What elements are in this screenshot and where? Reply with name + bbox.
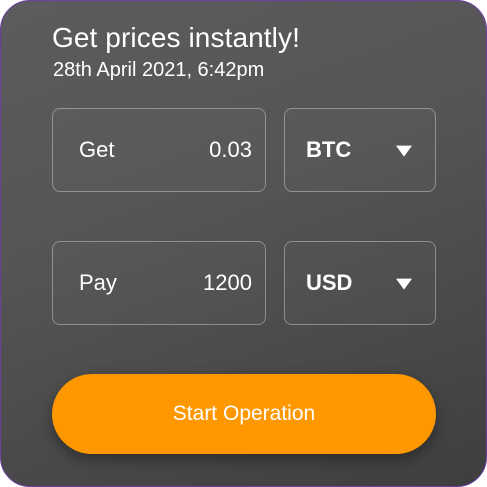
pay-currency-value: USD bbox=[306, 270, 353, 295]
pay-amount-field[interactable]: Pay 1200 bbox=[52, 241, 266, 325]
caret-down-icon[interactable] bbox=[396, 278, 412, 290]
get-label: Get bbox=[79, 137, 115, 162]
price-card: Get prices instantly! 28th April 2021, 6… bbox=[0, 0, 487, 487]
pay-label: Pay bbox=[79, 270, 117, 295]
caret-down-icon[interactable] bbox=[396, 145, 412, 157]
timestamp: 28th April 2021, 6:42pm bbox=[53, 59, 265, 81]
get-amount-field[interactable]: Get 0.03 bbox=[52, 108, 266, 192]
page-title: Get prices instantly! bbox=[52, 22, 300, 53]
get-currency-select[interactable]: BTC bbox=[284, 108, 436, 192]
pay-amount-value[interactable]: 1200 bbox=[203, 270, 252, 296]
get-amount-value[interactable]: 0.03 bbox=[209, 137, 252, 163]
get-currency-value: BTC bbox=[306, 137, 352, 162]
pay-currency-select[interactable]: USD bbox=[284, 241, 436, 325]
start-operation-button[interactable]: Start Operation bbox=[52, 374, 436, 454]
